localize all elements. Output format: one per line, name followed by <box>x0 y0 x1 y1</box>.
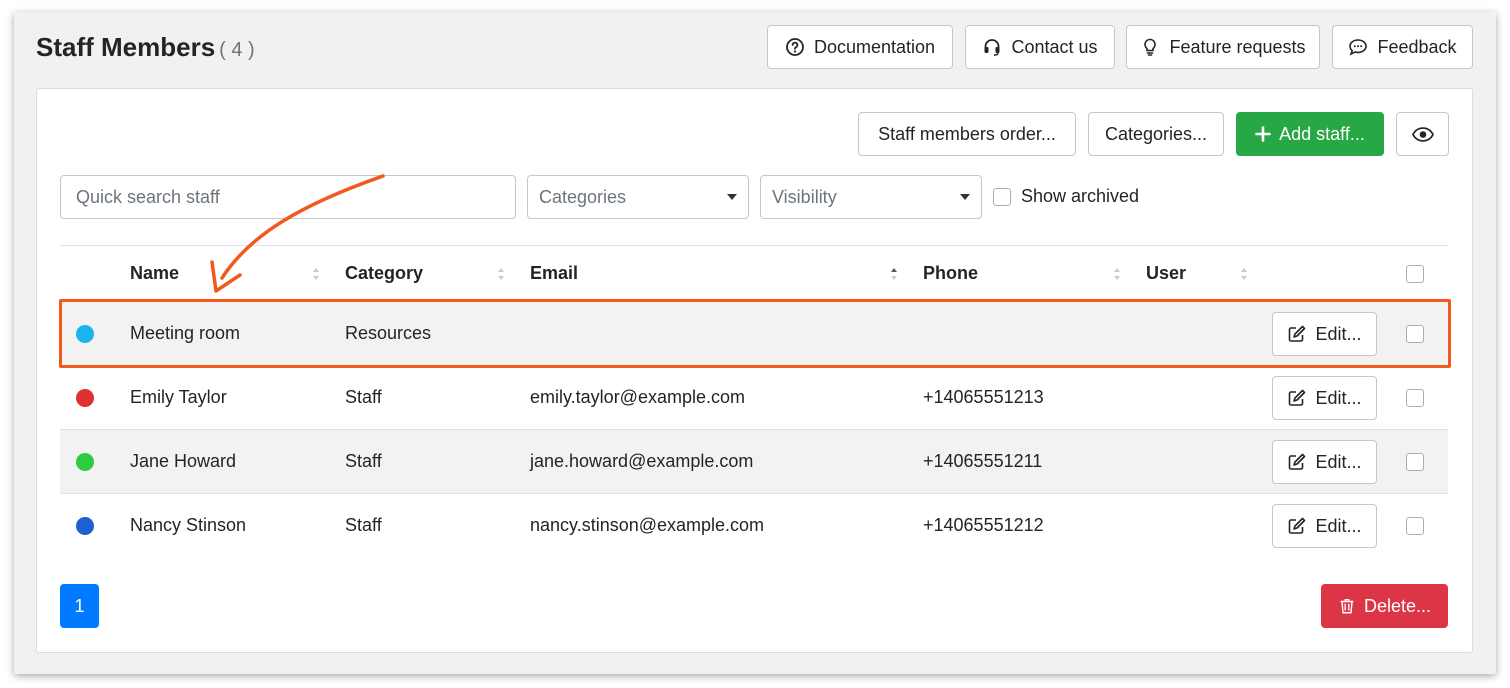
table-row: Jane Howard Staff jane.howard@example.co… <box>60 429 1448 493</box>
staff-members-order-label: Staff members order... <box>878 123 1056 144</box>
edit-icon <box>1289 517 1306 534</box>
color-indicator <box>76 453 94 471</box>
staff-name: Jane Howard <box>130 451 237 471</box>
show-archived-checkbox[interactable] <box>993 187 1011 206</box>
staff-email: jane.howard@example.com <box>530 451 754 471</box>
staff-category: Resources <box>345 323 432 343</box>
edit-label: Edit... <box>1315 451 1362 472</box>
chevron-down-icon <box>960 194 970 200</box>
feature-requests-button[interactable]: Feature requests <box>1126 25 1320 69</box>
staff-phone: +14065551213 <box>923 387 1044 407</box>
feedback-button[interactable]: Feedback <box>1332 25 1473 69</box>
chat-bubble-icon <box>1349 39 1368 56</box>
delete-label: Delete... <box>1363 595 1432 616</box>
staff-table: Name Category Email Phone User Meeting r… <box>60 245 1448 557</box>
staff-members-order-button[interactable]: Staff members order... <box>858 112 1076 156</box>
edit-icon <box>1289 325 1306 342</box>
show-archived-toggle[interactable]: Show archived <box>993 186 1139 207</box>
edit-icon <box>1289 389 1306 406</box>
staff-category: Staff <box>345 515 382 535</box>
column-header-email[interactable]: Email <box>530 263 578 284</box>
categories-label: Categories... <box>1104 123 1208 144</box>
column-header-name[interactable]: Name <box>130 263 179 284</box>
column-header-phone[interactable]: Phone <box>923 263 978 284</box>
documentation-button[interactable]: Documentation <box>767 25 953 69</box>
column-header-category[interactable]: Category <box>345 263 423 284</box>
color-indicator <box>76 389 94 407</box>
quick-search-input[interactable] <box>60 175 516 219</box>
sort-icon[interactable] <box>1113 266 1121 282</box>
staff-phone: +14065551212 <box>923 515 1044 535</box>
color-indicator <box>76 517 94 535</box>
color-indicator <box>76 325 94 343</box>
lightbulb-icon <box>1144 38 1157 56</box>
question-circle-icon <box>786 38 804 56</box>
edit-button[interactable]: Edit... <box>1272 440 1377 484</box>
contact-us-label: Contact us <box>1011 36 1098 57</box>
edit-label: Edit... <box>1315 387 1362 408</box>
staff-name: Emily Taylor <box>130 387 227 407</box>
column-header-user[interactable]: User <box>1146 263 1186 284</box>
show-archived-label: Show archived <box>1021 186 1140 206</box>
staff-count: ( 4 ) <box>219 39 255 61</box>
staff-panel: Staff members order... Categories... Add… <box>36 88 1473 653</box>
row-checkbox[interactable] <box>1406 389 1424 407</box>
edit-label: Edit... <box>1315 323 1362 344</box>
chevron-down-icon <box>727 194 737 200</box>
staff-phone: +14065551211 <box>923 451 1043 471</box>
sort-icon[interactable] <box>1240 266 1248 282</box>
categories-button[interactable]: Categories... <box>1088 112 1224 156</box>
sort-ascending-icon[interactable] <box>890 266 898 282</box>
feature-requests-label: Feature requests <box>1169 36 1306 57</box>
staff-email: nancy.stinson@example.com <box>530 515 765 535</box>
table-header: Name Category Email Phone User <box>60 245 1448 301</box>
row-checkbox[interactable] <box>1406 453 1424 471</box>
staff-name: Meeting room <box>130 323 241 343</box>
table-row: Meeting room Resources Edit... <box>60 301 1448 365</box>
headset-icon <box>984 39 1000 56</box>
page-title: Staff Members( 4 ) <box>36 32 255 63</box>
categories-select-value: Categories <box>539 186 627 207</box>
select-all-checkbox[interactable] <box>1406 265 1424 283</box>
trash-icon <box>1340 598 1354 614</box>
staff-email: emily.taylor@example.com <box>530 387 745 407</box>
staff-category: Staff <box>345 387 382 407</box>
feedback-label: Feedback <box>1377 36 1457 57</box>
sort-icon[interactable] <box>312 266 320 282</box>
edit-button[interactable]: Edit... <box>1272 504 1377 548</box>
edit-icon <box>1289 453 1306 470</box>
visibility-toggle-button[interactable] <box>1396 112 1449 156</box>
sort-icon[interactable] <box>497 266 505 282</box>
table-row: Emily Taylor Staff emily.taylor@example.… <box>60 365 1448 429</box>
table-row: Nancy Stinson Staff nancy.stinson@exampl… <box>60 493 1448 557</box>
visibility-select[interactable]: Visibility <box>760 175 982 219</box>
plus-icon <box>1255 126 1271 142</box>
row-checkbox[interactable] <box>1406 517 1424 535</box>
contact-us-button[interactable]: Contact us <box>965 25 1115 69</box>
app-frame: Staff Members( 4 ) Documentation Contact… <box>14 12 1496 674</box>
add-staff-label: Add staff... <box>1279 123 1365 144</box>
staff-name: Nancy Stinson <box>130 515 247 535</box>
edit-label: Edit... <box>1315 515 1362 536</box>
edit-button[interactable]: Edit... <box>1272 376 1377 420</box>
categories-select[interactable]: Categories <box>527 175 749 219</box>
delete-button[interactable]: Delete... <box>1321 584 1448 628</box>
row-checkbox[interactable] <box>1406 325 1424 343</box>
documentation-label: Documentation <box>813 36 936 57</box>
add-staff-button[interactable]: Add staff... <box>1236 112 1384 156</box>
edit-button[interactable]: Edit... <box>1272 312 1377 356</box>
eye-icon <box>1411 126 1434 142</box>
visibility-select-value: Visibility <box>772 186 837 207</box>
pagination-page-1[interactable]: 1 <box>60 584 99 628</box>
staff-category: Staff <box>345 451 382 471</box>
page-title-text: Staff Members <box>36 32 216 62</box>
